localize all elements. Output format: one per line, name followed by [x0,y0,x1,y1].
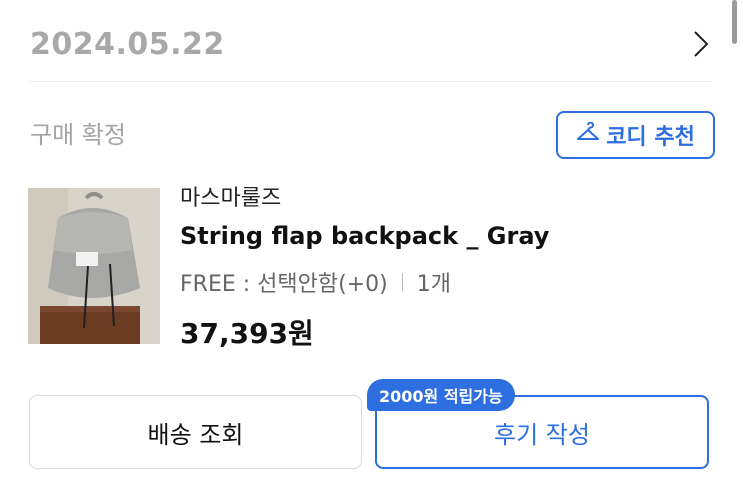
product-quantity: 1개 [416,272,451,297]
order-status: 구매 확정 [30,121,126,149]
option-separator [401,273,403,291]
coordi-recommend-button[interactable]: 코디 추천 [556,111,715,159]
delivery-tracking-label: 배송 조회 [147,420,244,449]
product-option-text: FREE : 선택안함(+0) [180,272,388,297]
product-name[interactable]: String flap backpack _ Gray [180,222,549,250]
scrollbar[interactable] [732,0,737,44]
review-reward-badge: 2000원 적립가능 [367,379,515,411]
delivery-tracking-button[interactable]: 배송 조회 [29,395,362,469]
product-brand[interactable]: 마스마룰즈 [180,180,281,212]
product-option: FREE : 선택안함(+0) 1개 [180,266,451,298]
chevron-right-icon[interactable] [689,29,713,59]
coordi-recommend-label: 코디 추천 [606,125,695,150]
product-thumbnail[interactable] [28,188,160,344]
write-review-label: 후기 작성 [494,420,590,449]
order-date: 2024.05.22 [30,26,225,62]
product-price: 37,393원 [180,317,314,350]
divider [30,81,713,82]
hanger-icon [576,121,600,148]
order-header[interactable]: 2024.05.22 [30,22,713,66]
